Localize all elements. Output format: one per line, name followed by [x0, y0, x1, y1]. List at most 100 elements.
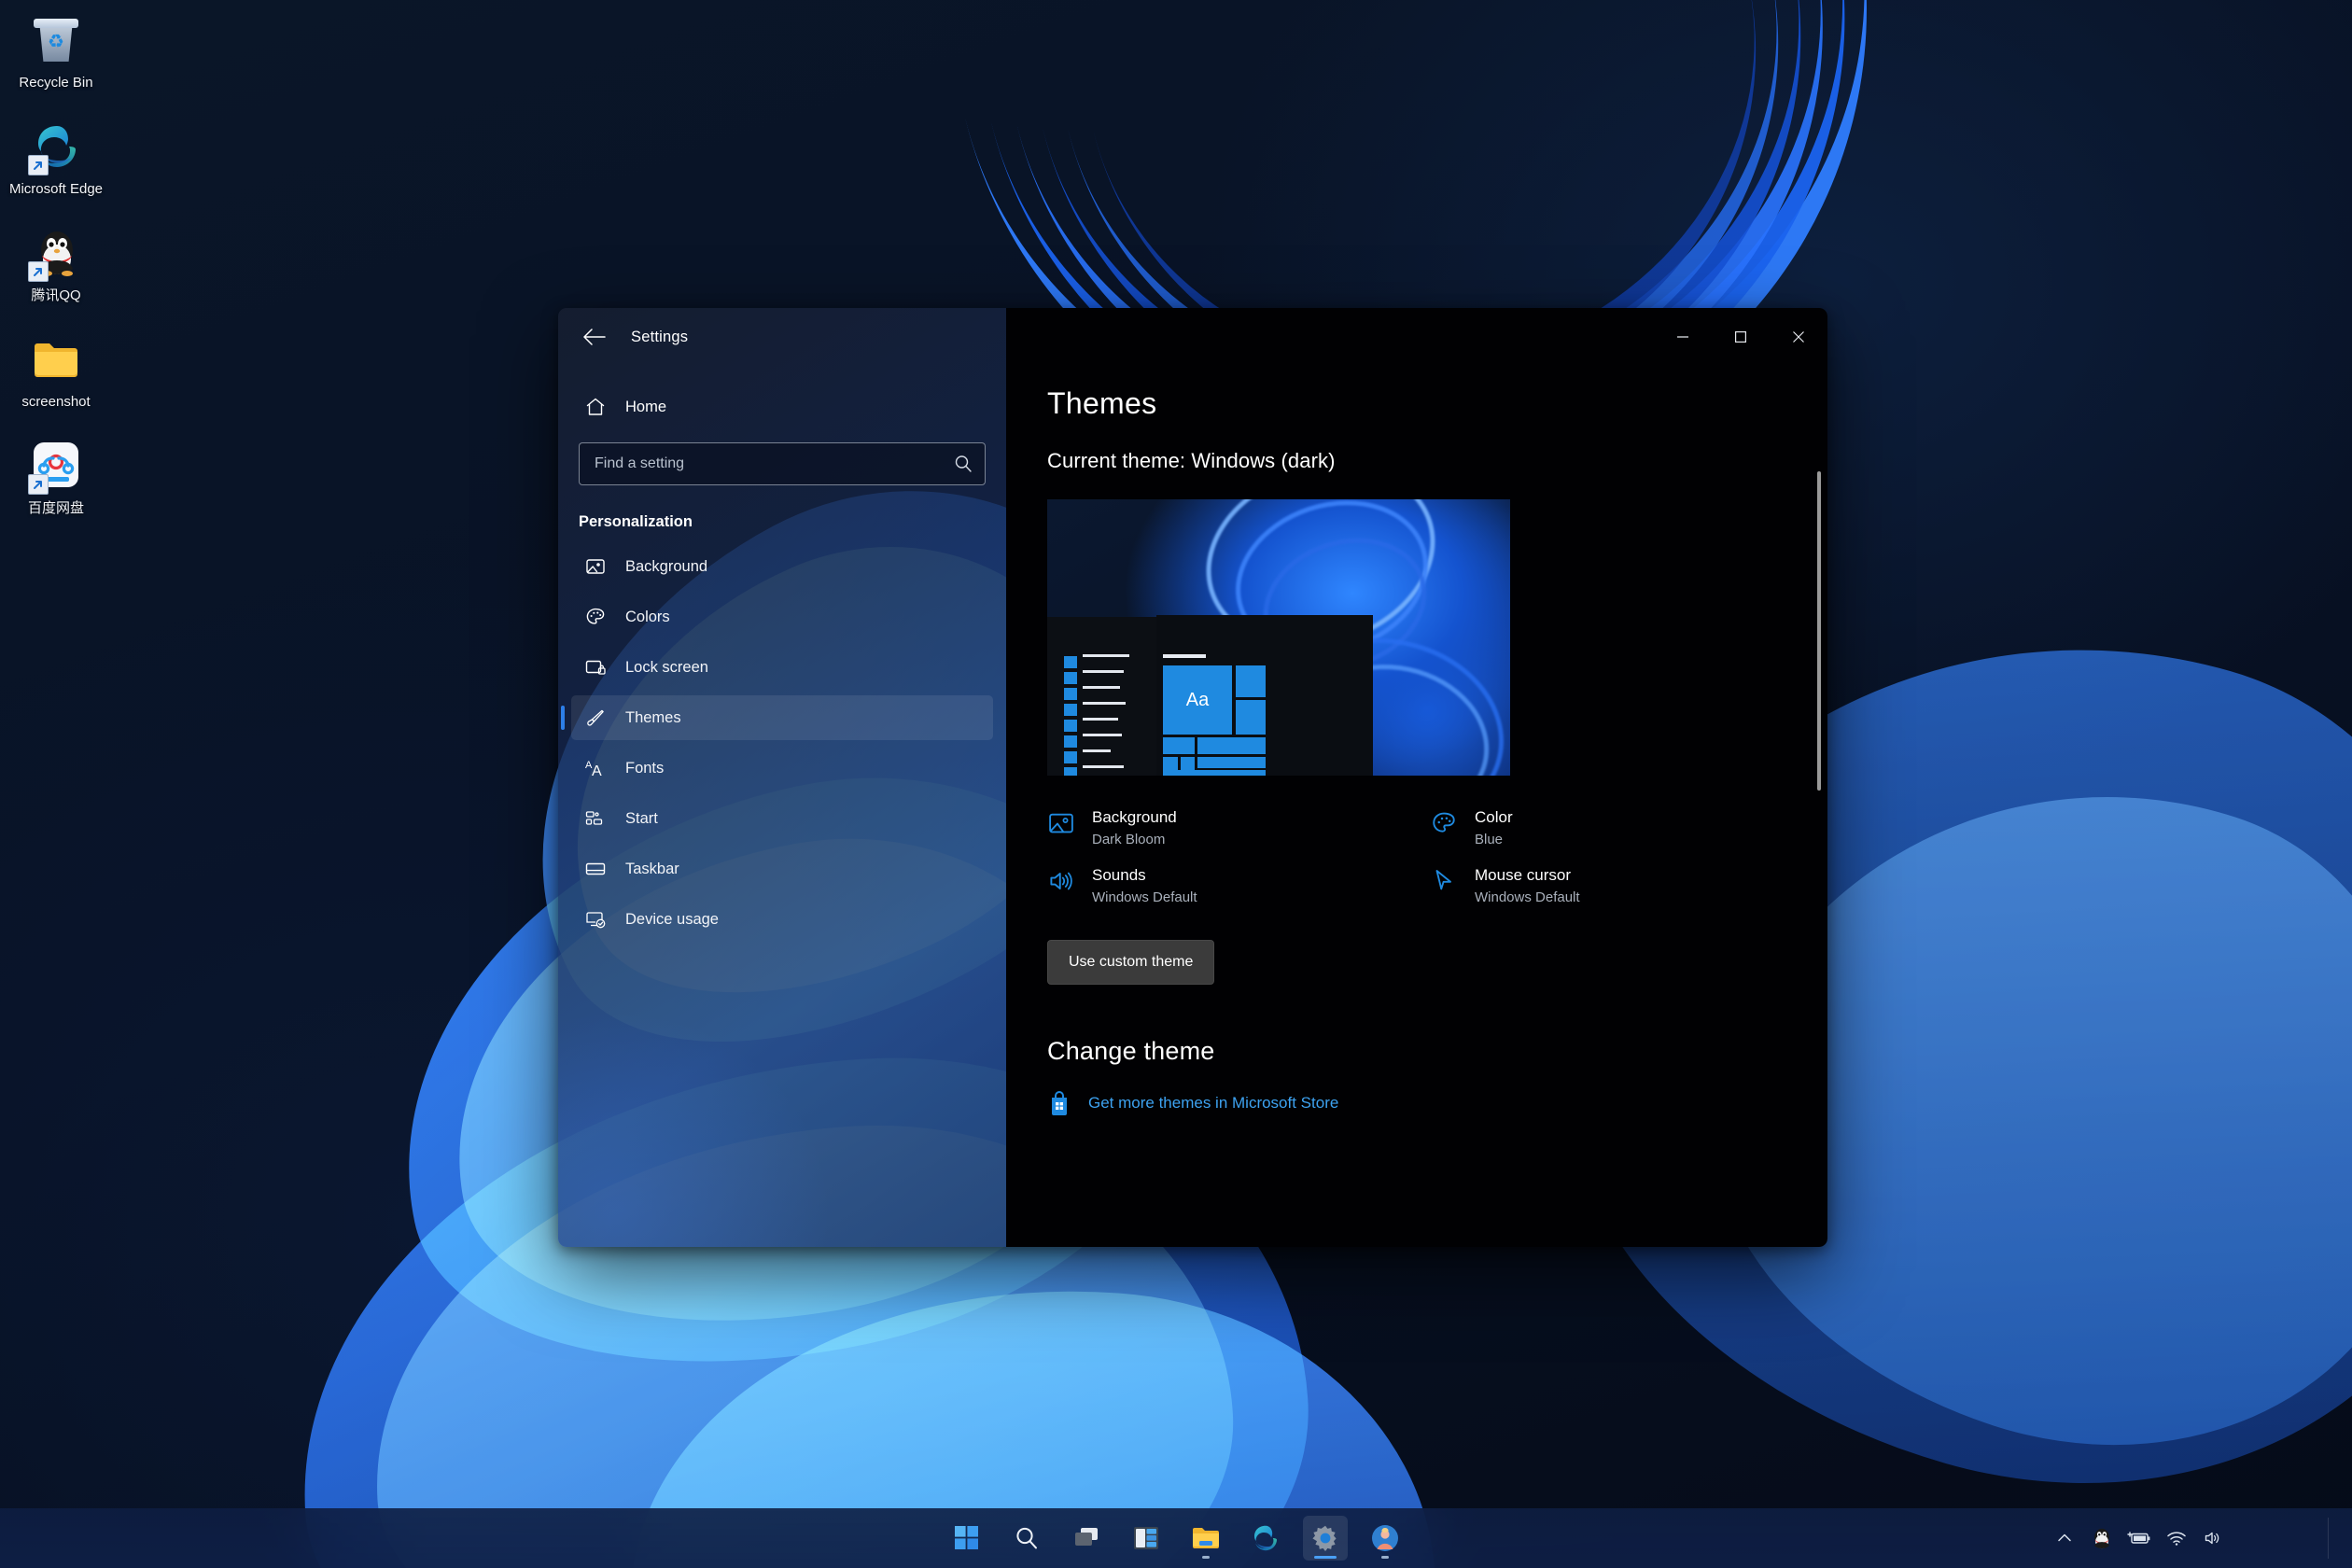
- search-box[interactable]: [579, 442, 986, 485]
- desktop: ♻ Recycle Bin: [0, 0, 2352, 1568]
- shortcut-arrow-icon: [28, 261, 49, 282]
- desktop-icon-recycle-bin[interactable]: ♻ Recycle Bin: [0, 13, 112, 91]
- desktop-icon-label: screenshot: [0, 394, 112, 411]
- maximize-icon: [1734, 330, 1747, 343]
- close-button[interactable]: [1770, 308, 1827, 366]
- theme-preview-header-line: [1163, 654, 1206, 658]
- shortcut-arrow-icon: [28, 474, 49, 495]
- tray-tencent-qq[interactable]: [2085, 1518, 2119, 1559]
- image-icon: [1047, 807, 1086, 837]
- theme-preview-block: [1163, 737, 1195, 754]
- theme-attribute-background[interactable]: Background Dark Bloom: [1047, 807, 1430, 850]
- theme-preview-block: [1163, 770, 1266, 776]
- minimize-icon: [1676, 330, 1689, 343]
- close-icon: [1792, 330, 1805, 343]
- home-icon: [584, 396, 612, 418]
- search-input[interactable]: [595, 455, 953, 472]
- attribute-value: Dark Bloom: [1092, 830, 1177, 850]
- edge-icon: [1252, 1524, 1280, 1552]
- back-arrow-icon: [582, 328, 607, 346]
- tray-network[interactable]: [2160, 1518, 2193, 1559]
- microsoft-store-icon: [1047, 1090, 1081, 1116]
- sidebar-item-lock-screen[interactable]: Lock screen: [571, 645, 993, 690]
- desktop-icon-microsoft-edge[interactable]: Microsoft Edge: [0, 119, 112, 198]
- taskbar-start-button[interactable]: [945, 1516, 989, 1561]
- minimize-button[interactable]: [1654, 308, 1712, 366]
- sidebar-item-label: Device usage: [625, 911, 719, 929]
- taskbar-edge-button[interactable]: [1243, 1516, 1288, 1561]
- show-desktop-button[interactable]: [2328, 1518, 2335, 1559]
- svg-text:A: A: [592, 763, 602, 779]
- sidebar-item-taskbar[interactable]: Taskbar: [571, 847, 993, 891]
- taskbar-task-view-button[interactable]: [1064, 1516, 1109, 1561]
- sidebar-item-background[interactable]: Background: [571, 544, 993, 589]
- maximize-button[interactable]: [1712, 308, 1770, 366]
- start-icon: [584, 807, 612, 830]
- sidebar-item-colors[interactable]: Colors: [571, 595, 993, 639]
- palette-icon: [1430, 807, 1469, 837]
- search-icon: [1014, 1525, 1040, 1551]
- windows-logo-icon: [955, 1526, 979, 1550]
- tray-volume[interactable]: [2197, 1518, 2231, 1559]
- attribute-name: Color: [1475, 807, 1513, 828]
- taskbar: [0, 1508, 2352, 1568]
- taskbar-system-tray: [2048, 1518, 2335, 1559]
- folder-icon: [1192, 1526, 1220, 1550]
- image-icon: [584, 555, 612, 578]
- taskbar-file-explorer-button[interactable]: [1183, 1516, 1228, 1561]
- edge-icon: [28, 119, 84, 175]
- window-titlebar-left: Settings: [558, 308, 1006, 366]
- show-hidden-icons-button[interactable]: [2048, 1518, 2081, 1559]
- taskbar-widgets-button[interactable]: [1124, 1516, 1169, 1561]
- get-more-themes-link[interactable]: Get more themes in Microsoft Store: [1047, 1090, 1477, 1116]
- sidebar-item-themes[interactable]: Themes: [571, 695, 993, 740]
- use-custom-theme-button[interactable]: Use custom theme: [1047, 940, 1214, 985]
- search-icon: [953, 454, 973, 474]
- back-button[interactable]: [575, 321, 614, 353]
- qq-penguin-icon: [2092, 1527, 2112, 1549]
- theme-preview-card[interactable]: Aa: [1047, 499, 1510, 776]
- theme-preview-tile-column: [1064, 656, 1077, 776]
- sidebar-item-home[interactable]: Home: [571, 385, 993, 429]
- scrollbar-thumb[interactable]: [1817, 471, 1821, 791]
- desktop-icon-label: Recycle Bin: [0, 75, 112, 91]
- qq-penguin-icon: [28, 226, 84, 282]
- theme-attribute-color[interactable]: Color Blue: [1430, 807, 1813, 850]
- palette-icon: [584, 606, 612, 628]
- themes-page: Themes Current theme: Windows (dark): [1006, 366, 1827, 1247]
- taskbar-running-indicator: [1202, 1556, 1210, 1559]
- cursor-icon: [1430, 865, 1469, 895]
- taskbar-running-indicator: [1381, 1556, 1389, 1559]
- tray-battery[interactable]: [2122, 1518, 2156, 1559]
- change-theme-heading: Change theme: [1047, 1037, 1827, 1066]
- taskbar-active-indicator: [1314, 1556, 1337, 1559]
- settings-navigation-pane: Settings Home: [558, 308, 1006, 1247]
- sidebar-item-label: Fonts: [625, 760, 664, 777]
- taskbar-search-button[interactable]: [1004, 1516, 1049, 1561]
- settings-gear-icon: [1311, 1524, 1339, 1552]
- desktop-icon-tencent-qq[interactable]: 腾讯QQ: [0, 226, 112, 304]
- desktop-icon-screenshot-folder[interactable]: screenshot: [0, 332, 112, 411]
- taskbar-user-app-button[interactable]: [1363, 1516, 1407, 1561]
- settings-window: Settings Home: [558, 308, 1827, 1247]
- sidebar-section-title: Personalization: [579, 513, 1006, 531]
- sidebar-item-start[interactable]: Start: [571, 796, 993, 841]
- current-theme-label: Current theme: Windows (dark): [1047, 449, 1827, 473]
- theme-preview-block: [1197, 737, 1266, 754]
- desktop-icon-label: 腾讯QQ: [0, 287, 112, 304]
- sidebar-item-fonts[interactable]: A A Fonts: [571, 746, 993, 791]
- speaker-icon: [1047, 865, 1086, 895]
- theme-attribute-mouse-cursor[interactable]: Mouse cursor Windows Default: [1430, 865, 1813, 908]
- theme-attribute-sounds[interactable]: Sounds Windows Default: [1047, 865, 1430, 908]
- lock-screen-icon: [584, 656, 612, 679]
- chevron-up-icon: [2055, 1529, 2074, 1547]
- desktop-icon-label: 百度网盘: [0, 500, 112, 517]
- sidebar-item-device-usage[interactable]: Device usage: [571, 897, 993, 942]
- theme-attribute-grid: Background Dark Bloom: [1047, 807, 1827, 908]
- content-scrollbar[interactable]: [1816, 448, 1822, 1204]
- sidebar-search: [579, 442, 986, 485]
- desktop-icon-list: ♻ Recycle Bin: [0, 13, 112, 545]
- fonts-icon: A A: [584, 757, 612, 779]
- desktop-icon-baidu-netdisk[interactable]: 百度网盘: [0, 439, 112, 517]
- taskbar-settings-button[interactable]: [1303, 1516, 1348, 1561]
